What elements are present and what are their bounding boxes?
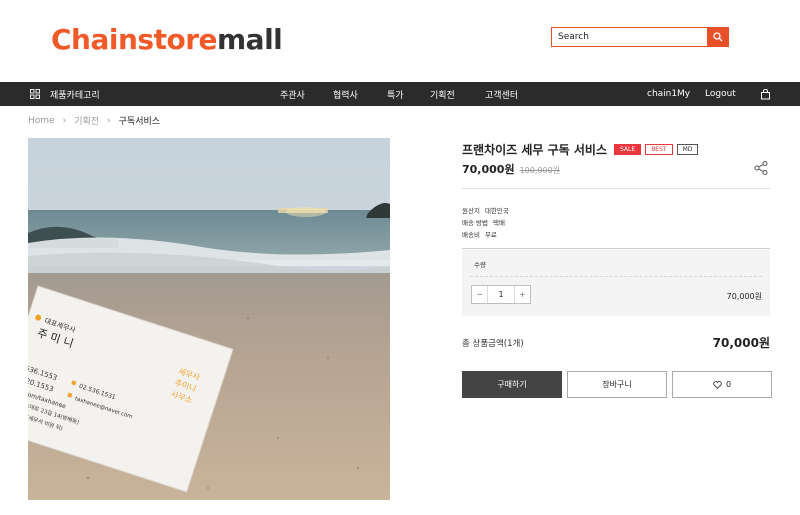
site-logo[interactable]: Chainstoremall	[51, 22, 283, 58]
heart-icon	[713, 380, 722, 389]
md-badge: MD	[676, 144, 699, 155]
share-button[interactable]	[753, 160, 769, 180]
best-badge: BEST	[645, 144, 673, 155]
shopping-bag-icon	[761, 88, 770, 99]
spec-row: 원산지 대한민국	[462, 205, 509, 217]
nav-item-host[interactable]: 주관사	[280, 82, 305, 106]
my-page-link[interactable]: My	[677, 82, 690, 106]
total-row: 총 상품금액(1개) 70,000원	[462, 334, 770, 351]
line-price: 70,000원	[726, 292, 762, 301]
product-specs: 원산지 대한민국 배송 방법 택배 배송비 무료	[462, 205, 509, 241]
quantity-box: 수량 − 1 + 70,000원	[462, 248, 770, 316]
chevron-right-icon: ›	[107, 115, 111, 126]
product-title: 프랜차이즈 세무 구독 서비스	[462, 143, 608, 157]
nav-item-label: 기획전	[430, 90, 455, 101]
like-button[interactable]: 0	[672, 371, 772, 398]
nav-item-label: 주관사	[280, 90, 305, 101]
spec-row: 배송비 무료	[462, 229, 509, 241]
category-menu-button[interactable]: 제품카테고리	[30, 82, 100, 106]
grid-icon	[30, 89, 40, 99]
search-box	[551, 27, 729, 47]
product-title-row: 프랜차이즈 세무 구독 서비스 SALE BEST MD	[462, 141, 699, 158]
breadcrumb: Home › 기획전 › 구독서비스	[28, 114, 161, 128]
search-input[interactable]	[552, 28, 707, 46]
logo-part-mall: mall	[217, 23, 283, 56]
breadcrumb-section[interactable]: 기획전	[74, 114, 99, 127]
total-label: 총 상품금액(1개)	[462, 338, 524, 349]
share-icon	[754, 161, 768, 175]
beach-business-card-photo: 대표세무사 주 미 니 02.536.1553 0.9420.1553 nave…	[28, 138, 390, 500]
main-nav: 제품카테고리 주관사 협력사 특가 기획전 고객센터 chain1 My Log…	[0, 82, 800, 106]
spec-value: 택배	[493, 219, 505, 227]
search-button[interactable]	[707, 28, 728, 46]
search-icon	[712, 32, 722, 42]
original-price: 100,000원	[519, 166, 561, 175]
like-count: 0	[725, 380, 732, 389]
cart-button[interactable]	[760, 82, 771, 106]
action-buttons: 구매하기 장바구니 0	[462, 371, 772, 398]
decrease-button[interactable]: −	[472, 286, 487, 303]
total-price: 70,000원	[712, 336, 770, 350]
chevron-right-icon: ›	[62, 115, 67, 126]
user-name[interactable]: chain1	[647, 82, 677, 106]
quantity-stepper: − 1 +	[471, 285, 531, 304]
sale-badge: SALE	[614, 144, 642, 155]
logout-link[interactable]: Logout	[705, 82, 736, 106]
quantity-label: 수량	[474, 261, 486, 269]
divider	[462, 188, 770, 189]
dashed-divider	[470, 276, 762, 277]
category-menu-label: 제품카테고리	[50, 90, 100, 101]
sale-price: 70,000원	[462, 163, 515, 176]
spec-label: 배송비	[462, 231, 480, 239]
quantity-value[interactable]: 1	[487, 286, 515, 303]
nav-item-label: 고객센터	[485, 90, 519, 101]
increase-button[interactable]: +	[515, 286, 530, 303]
spec-row: 배송 방법 택배	[462, 217, 509, 229]
nav-item-partner[interactable]: 협력사	[333, 82, 358, 106]
nav-item-customer-center[interactable]: 고객센터	[485, 82, 518, 106]
product-price-row: 70,000원 100,000원	[462, 161, 560, 177]
spec-label: 배송 방법	[462, 219, 488, 227]
nav-item-label: 협력사	[333, 90, 358, 101]
add-to-cart-button[interactable]: 장바구니	[567, 371, 667, 398]
spec-label: 원산지	[462, 207, 480, 215]
nav-item-special[interactable]: 특가	[387, 82, 404, 106]
spec-value: 대한민국	[484, 207, 509, 215]
spec-value: 무료	[484, 231, 497, 239]
buy-button[interactable]: 구매하기	[462, 371, 562, 398]
logo-part-chainstore: Chainstore	[51, 23, 218, 56]
nav-item-exhibition[interactable]: 기획전	[430, 82, 455, 106]
product-image: 대표세무사 주 미 니 02.536.1553 0.9420.1553 nave…	[28, 138, 390, 500]
breadcrumb-current: 구독서비스	[118, 117, 161, 127]
nav-item-label: 특가	[387, 90, 404, 101]
breadcrumb-home[interactable]: Home	[28, 116, 55, 126]
